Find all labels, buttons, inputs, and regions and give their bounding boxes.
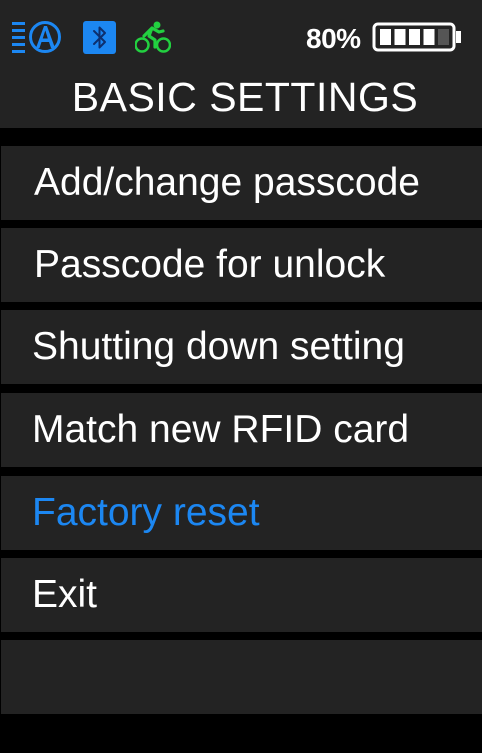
- battery-bar-filled: [394, 29, 406, 45]
- page-title: BASIC SETTINGS: [71, 74, 419, 120]
- battery-bar-filled: [423, 29, 435, 45]
- header-bar: 80% BASIC SETTINGS: [0, 0, 482, 128]
- menu-item-add-change-passcode[interactable]: Add/change passcode: [1, 146, 482, 220]
- battery-bar-filled: [380, 29, 391, 45]
- battery-bar-empty: [438, 29, 449, 45]
- menu-item-label: Exit: [32, 573, 98, 616]
- menu-item-exit[interactable]: Exit: [1, 558, 482, 632]
- menu-item-passcode-for-unlock[interactable]: Passcode for unlock: [1, 228, 482, 302]
- battery-percent: 80%: [306, 23, 361, 54]
- menu-item-shutting-down-setting[interactable]: Shutting down setting: [1, 310, 482, 384]
- assist-mode-icon: [12, 21, 61, 53]
- menu-item-label: Shutting down setting: [32, 325, 405, 368]
- menu-item-factory-reset[interactable]: Factory reset: [1, 476, 482, 550]
- battery-icon: [372, 22, 461, 52]
- bluetooth-icon: [83, 21, 116, 54]
- device-screen: 80% BASIC SETTINGS Add/change passcode P…: [0, 0, 482, 753]
- menu-item-label: Passcode for unlock: [34, 243, 386, 286]
- menu-item-label: Factory reset: [32, 491, 260, 534]
- menu-item-match-new-rfid-card[interactable]: Match new RFID card: [1, 393, 482, 467]
- battery-bar-filled: [409, 29, 420, 45]
- menu-item-label: Add/change passcode: [34, 161, 420, 204]
- status-bar: 80%: [0, 0, 482, 70]
- menu-item-label: Match new RFID card: [32, 408, 410, 451]
- cyclist-icon: [135, 21, 171, 53]
- menu-item-empty: [1, 640, 482, 714]
